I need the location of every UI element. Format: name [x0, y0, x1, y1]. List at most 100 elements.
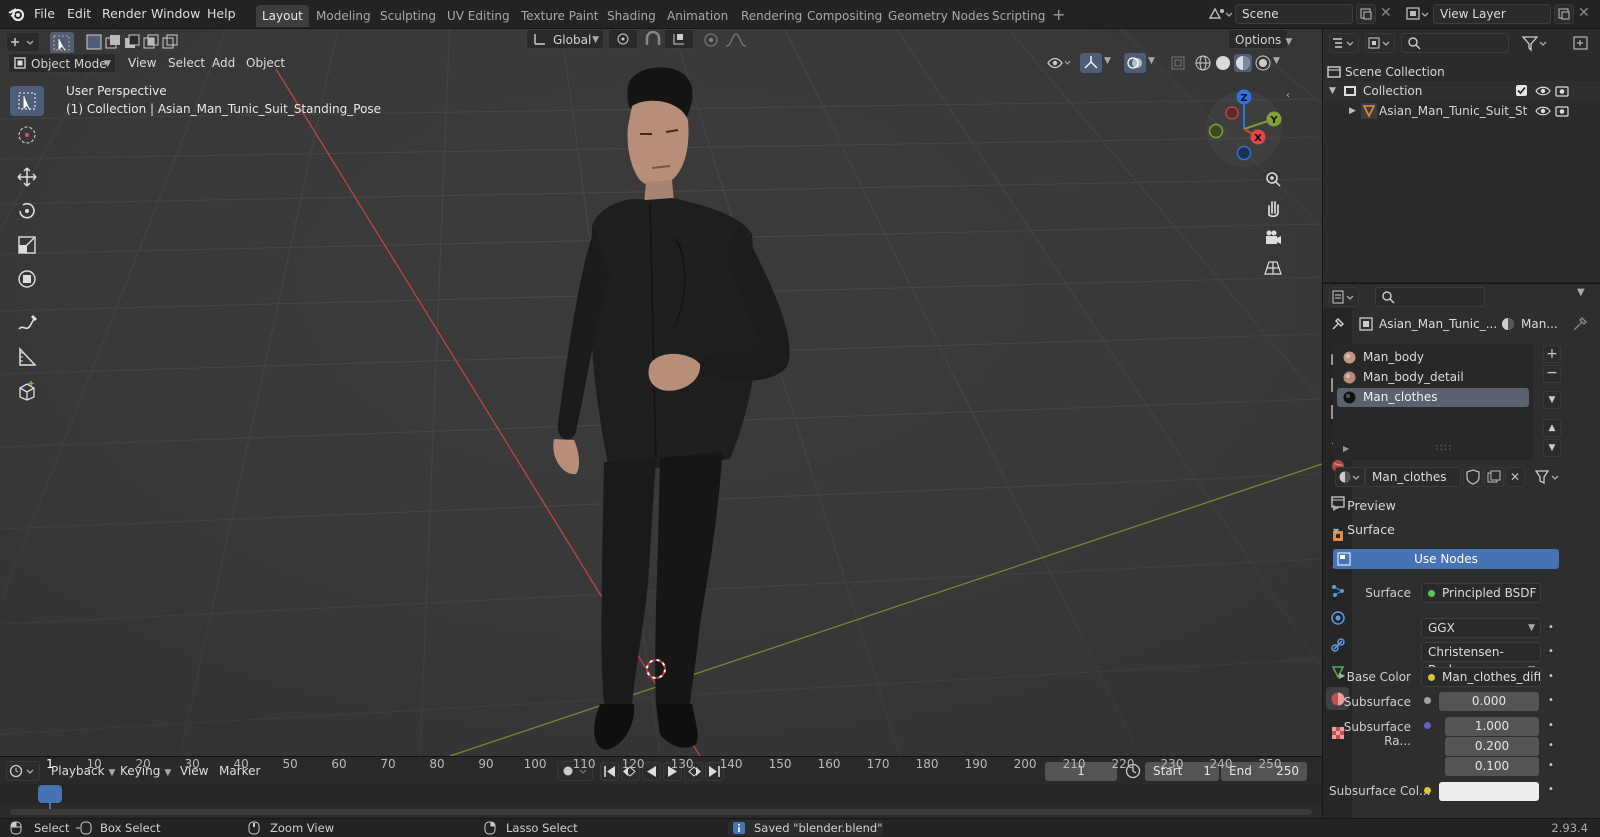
character-model[interactable]	[540, 64, 820, 756]
material-slot-row[interactable]: Man_body	[1337, 348, 1529, 367]
keyframe-dot-icon[interactable]: •	[1548, 784, 1554, 795]
subsurface-color-swatch[interactable]	[1439, 782, 1539, 801]
tab-rendering[interactable]: Rendering	[735, 5, 808, 27]
material-name-field[interactable]: Man_clothes	[1365, 467, 1461, 487]
surface-panel-header[interactable]: ▼ Surface	[1333, 520, 1591, 540]
material-slot-row[interactable]: Man_body_detail	[1337, 368, 1529, 387]
tab-texture-paint[interactable]: Texture Paint	[515, 5, 604, 27]
shading-dropdown-icon[interactable]: ▼	[1273, 56, 1280, 66]
keyframe-dot-icon[interactable]: •	[1548, 720, 1554, 731]
menu-window[interactable]: Window	[148, 4, 203, 24]
material-slot-row-active[interactable]: Man_clothes	[1337, 388, 1529, 407]
outliner-row-object[interactable]: ▶ Asian_Man_Tunic_Suit_St	[1323, 101, 1600, 121]
perspective-toggle-icon[interactable]	[1259, 254, 1287, 282]
tab-sculpting[interactable]: Sculpting	[374, 5, 442, 27]
view-layer-field[interactable]: View Layer	[1433, 4, 1551, 24]
tab-geometry-nodes[interactable]: Geometry Nodes	[882, 5, 995, 27]
keyframe-dot-icon[interactable]: •	[1548, 740, 1554, 751]
snap-toggle-icon[interactable]	[644, 31, 662, 49]
eye-icon[interactable]	[1535, 104, 1551, 118]
move-slot-down-icon[interactable]: ▼	[1543, 439, 1561, 457]
remove-slot-icon[interactable]: −	[1543, 365, 1561, 383]
viewport-menu-select[interactable]: Select	[163, 53, 210, 73]
subsurface-radius-y-field[interactable]: 0.200	[1445, 737, 1539, 756]
tool-tab-icon[interactable]	[1326, 312, 1349, 335]
properties-editor-type-button[interactable]	[1329, 287, 1359, 307]
blender-logo-icon[interactable]	[8, 5, 26, 23]
subsurface-radius-x-field[interactable]: 1.000	[1445, 717, 1539, 736]
eye-icon[interactable]	[1535, 84, 1551, 98]
subsurface-value-field[interactable]: 0.000	[1439, 692, 1539, 711]
expand-arrow-icon[interactable]: ▶	[1349, 101, 1356, 121]
unlink-material-icon[interactable]: ✕	[1505, 467, 1525, 487]
physics-tab-icon[interactable]	[1326, 606, 1349, 629]
fake-user-shield-icon[interactable]	[1463, 467, 1483, 487]
subsurface-radius-z-field[interactable]: 0.100	[1445, 757, 1539, 776]
distribution-dropdown[interactable]: GGX ▼	[1421, 618, 1541, 638]
context-material-name[interactable]: Man...	[1521, 314, 1558, 334]
snap-target-dropdown[interactable]	[664, 29, 694, 49]
outliner-editor[interactable]: Scene Collection ▼ Collection ▶ Asian_Ma…	[1322, 29, 1600, 282]
menu-file[interactable]: File	[31, 4, 58, 24]
gizmo-toggle-icon[interactable]	[1080, 53, 1102, 73]
add-workspace-icon[interactable]: +	[1052, 7, 1065, 23]
rendered-shading-icon[interactable]	[1254, 54, 1272, 72]
outliner-row-scene-collection[interactable]: Scene Collection	[1323, 62, 1600, 82]
menu-edit[interactable]: Edit	[64, 4, 94, 24]
base-color-texture-field[interactable]: Man_clothes_diffus...	[1421, 667, 1541, 687]
tab-modeling[interactable]: Modeling	[310, 5, 377, 27]
solid-shading-icon[interactable]	[1214, 54, 1232, 72]
tab-shading[interactable]: Shading	[601, 5, 662, 27]
keyframe-dot-icon[interactable]: •	[1548, 695, 1554, 706]
outliner-search-input[interactable]	[1401, 33, 1509, 53]
subsurface-method-dropdown[interactable]: Christensen-Burley▼	[1421, 642, 1541, 677]
chevron-down-icon[interactable]: ▼	[1577, 287, 1585, 298]
tab-uv-editing[interactable]: UV Editing	[441, 5, 516, 27]
scale-tool-icon[interactable]	[10, 230, 44, 260]
tab-animation[interactable]: Animation	[661, 5, 734, 27]
navigation-gizmo[interactable]: Z Y X	[1198, 89, 1290, 171]
constraints-tab-icon[interactable]	[1326, 633, 1349, 656]
add-cube-tool-icon[interactable]	[10, 376, 44, 406]
pin-icon[interactable]	[1573, 317, 1587, 331]
outliner-row-collection[interactable]: ▼ Collection	[1323, 81, 1600, 101]
browse-material-button[interactable]	[1335, 467, 1365, 487]
annotate-tool-icon[interactable]	[10, 308, 44, 338]
keyframe-dot-icon[interactable]: •	[1548, 760, 1554, 771]
display-mode-button[interactable]	[1365, 33, 1395, 53]
rotate-tool-icon[interactable]	[10, 196, 44, 226]
context-object-name[interactable]: Asian_Man_Tunic_...	[1379, 314, 1497, 334]
tab-layout[interactable]: Layout	[256, 5, 309, 27]
menu-help[interactable]: Help	[204, 4, 239, 24]
render-camera-icon[interactable]	[1555, 104, 1569, 118]
material-slot-list[interactable]: Man_body Man_body_detail Man_clothes ▶ :…	[1333, 344, 1533, 460]
delete-view-layer-icon[interactable]: ✕	[1578, 5, 1590, 21]
proportional-edit-icon[interactable]	[702, 31, 720, 49]
overlays-toggle-icon[interactable]	[1124, 53, 1146, 73]
resize-handle-icon[interactable]: ::::	[1435, 442, 1452, 453]
sidebar-toggle-icon[interactable]: ‹	[1286, 90, 1290, 101]
use-nodes-button[interactable]: Use Nodes	[1333, 549, 1559, 569]
properties-editor[interactable]: ▼ Asian_Man_Tunic_... Man... Man_body Ma…	[1322, 283, 1600, 819]
viewport-menu-view[interactable]: View	[123, 53, 161, 73]
select-extend-icon[interactable]	[105, 34, 121, 50]
xray-toggle-icon[interactable]	[1170, 55, 1188, 71]
duplicate-material-icon[interactable]	[1484, 467, 1504, 487]
collapse-arrow-icon[interactable]: ▼	[1329, 81, 1336, 101]
tab-compositing[interactable]: Compositing	[801, 5, 888, 27]
overlays-dropdown-icon[interactable]: ▼	[1148, 56, 1155, 66]
properties-search-input[interactable]	[1375, 287, 1485, 307]
keyframe-dot-icon[interactable]: •	[1548, 646, 1554, 657]
slot-specials-icon[interactable]: ▼	[1543, 391, 1561, 409]
measure-tool-icon[interactable]	[10, 342, 44, 372]
preview-panel-header[interactable]: ▶ Preview	[1333, 496, 1591, 516]
add-slot-icon[interactable]: +	[1543, 345, 1561, 363]
proportional-falloff-icon[interactable]	[724, 31, 748, 49]
gizmo-dropdown-icon[interactable]: ▼	[1104, 56, 1111, 66]
camera-view-icon[interactable]	[1259, 224, 1287, 252]
material-preview-shading-icon[interactable]	[1234, 54, 1252, 72]
outliner-editor-type-button[interactable]	[1329, 33, 1359, 53]
menu-render[interactable]: Render	[99, 4, 150, 24]
render-camera-icon[interactable]	[1555, 84, 1569, 98]
new-scene-icon[interactable]	[1356, 4, 1376, 24]
